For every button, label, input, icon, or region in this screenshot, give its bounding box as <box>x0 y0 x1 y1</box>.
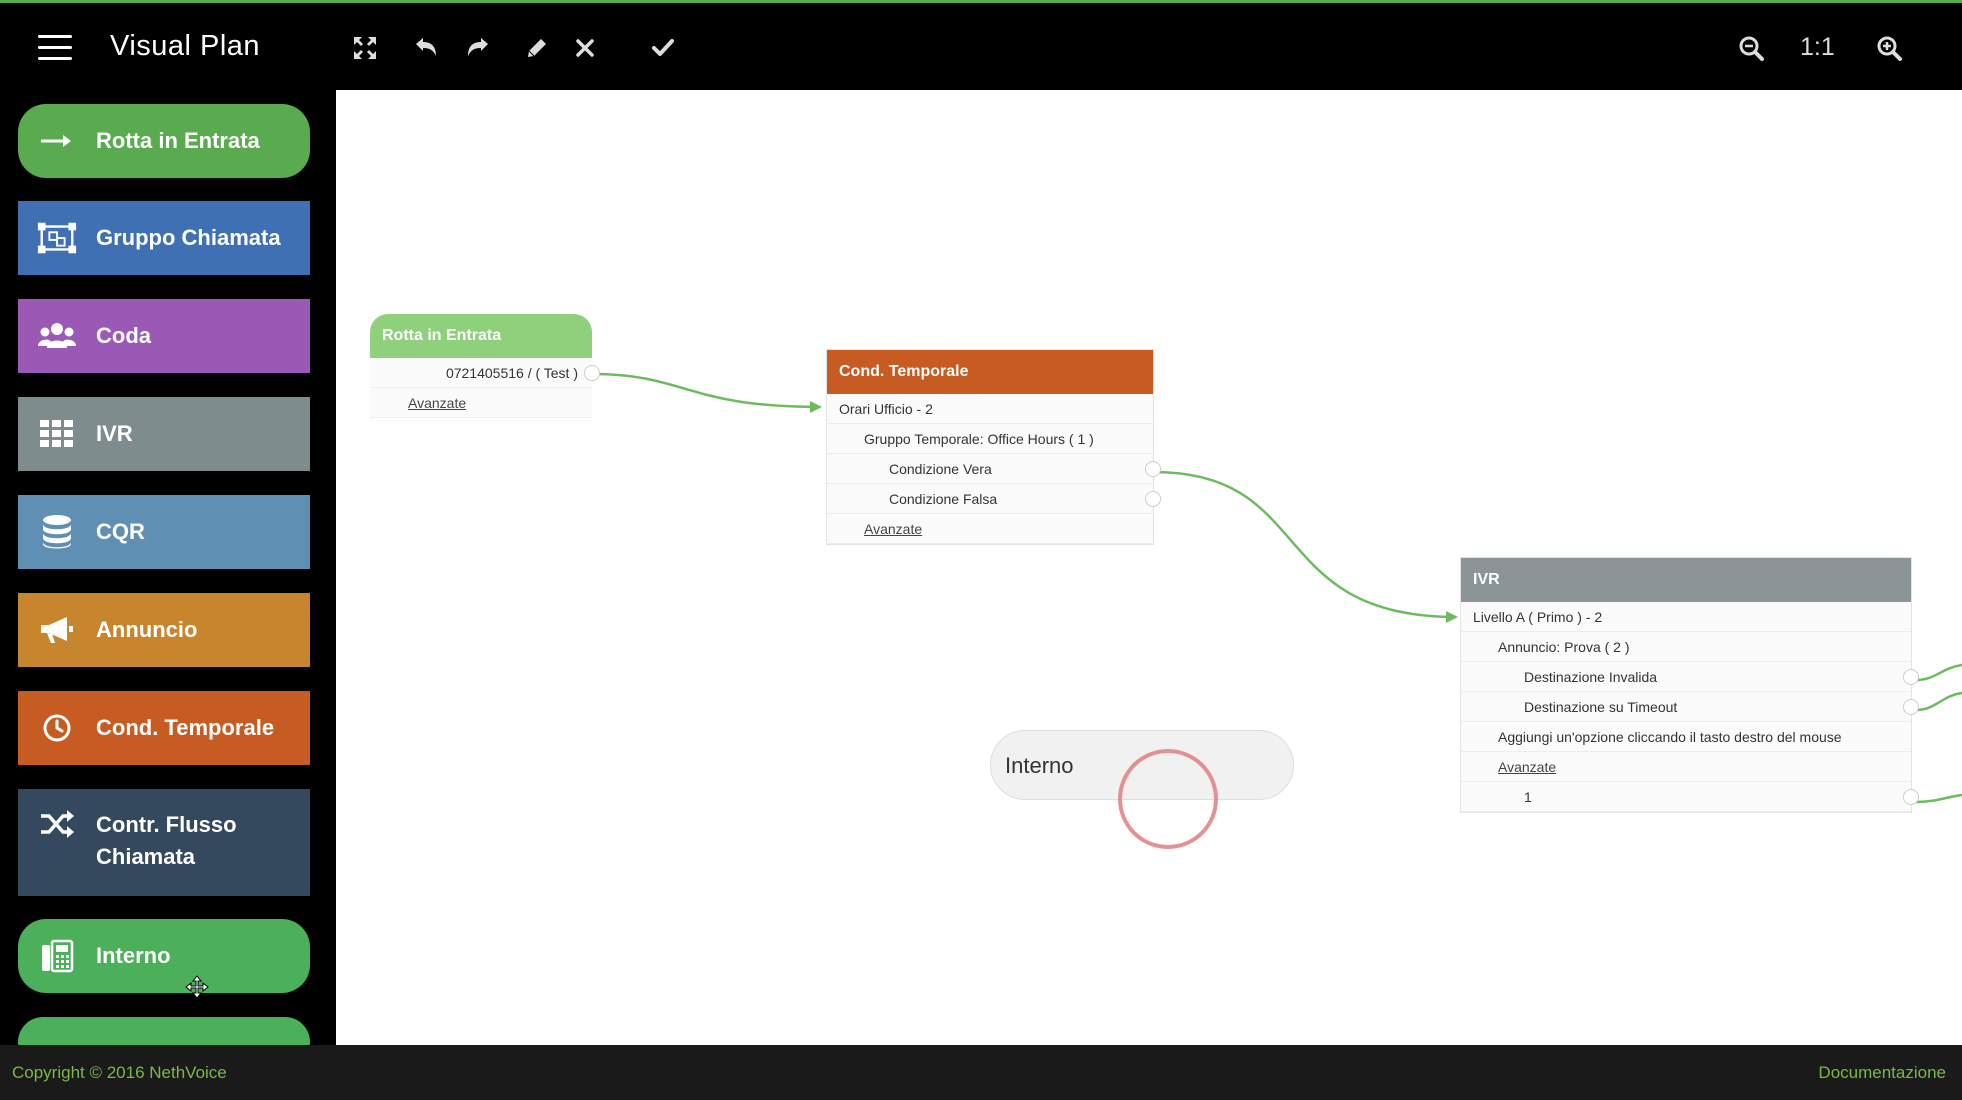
row-label: Condizione Vera <box>889 461 992 477</box>
click-indicator <box>1118 749 1218 849</box>
node-row-did[interactable]: 0721405516 / ( Test ) <box>370 358 600 388</box>
palette-ivr[interactable]: IVR <box>18 397 310 471</box>
node-row-avanzate[interactable]: Avanzate <box>370 388 592 418</box>
arrow-head-icon <box>1446 611 1458 623</box>
shuffle-icon <box>36 809 78 839</box>
avanzate-link[interactable]: Avanzate <box>1498 759 1556 775</box>
node-row-orari[interactable]: Orari Ufficio - 2 <box>827 394 1153 424</box>
app-title: Visual Plan <box>110 30 261 62</box>
link-ivr-timeout <box>1915 691 1962 712</box>
row-label: Aggiungi un'opzione cliccando il tasto d… <box>1498 729 1842 745</box>
palette-contr-flusso-chiamata[interactable]: Contr. Flusso Chiamata <box>18 789 310 896</box>
output-port[interactable] <box>1903 699 1919 715</box>
output-port[interactable] <box>1145 491 1161 507</box>
row-label: Destinazione su Timeout <box>1524 699 1678 715</box>
node-cond-temporale[interactable]: Cond. Temporale Orari Ufficio - 2 Gruppo… <box>826 349 1161 545</box>
megaphone-icon <box>36 615 78 645</box>
row-label: Destinazione Invalida <box>1524 669 1658 685</box>
node-row-gruppo-temporale[interactable]: Gruppo Temporale: Office Hours ( 1 ) <box>827 424 1153 454</box>
arrow-right-icon <box>36 131 78 151</box>
row-label: Orari Ufficio - 2 <box>839 401 933 417</box>
palette-cqr[interactable]: CQR <box>18 495 310 569</box>
arrow-head-icon <box>810 401 822 413</box>
edit-icon[interactable] <box>520 31 554 65</box>
visual-plan-app: Visual Plan 1:1 Rotta in Entrata Gruppo … <box>0 0 1962 1100</box>
palette-label: Cond. Temporale <box>96 715 275 740</box>
output-port[interactable] <box>1145 461 1161 477</box>
palette-label: Gruppo Chiamata <box>96 225 281 250</box>
output-port[interactable] <box>584 365 600 381</box>
row-label: Annuncio: Prova ( 2 ) <box>1498 639 1630 655</box>
flow-canvas[interactable]: Rotta in Entrata 0721405516 / ( Test ) A… <box>336 90 1962 1045</box>
node-row-livello[interactable]: Livello A ( Primo ) - 2 <box>1461 602 1911 632</box>
node-row-condizione-falsa[interactable]: Condizione Falsa <box>827 484 1161 514</box>
node-row-destinazione-timeout[interactable]: Destinazione su Timeout <box>1461 692 1919 722</box>
component-palette: Rotta in Entrata Gruppo Chiamata Coda IV… <box>0 90 336 1045</box>
palette-label: Coda <box>96 323 151 348</box>
palette-rotta-in-entrata[interactable]: Rotta in Entrata <box>18 104 310 178</box>
delete-icon[interactable] <box>568 31 602 65</box>
palette-partial-item[interactable] <box>18 1017 310 1045</box>
palette-label: CQR <box>96 519 145 544</box>
palette-cond-temporale[interactable]: Cond. Temporale <box>18 691 310 765</box>
node-header: Cond. Temporale <box>827 350 1153 394</box>
palette-label: Annuncio <box>96 617 198 642</box>
avanzate-link[interactable]: Avanzate <box>408 395 466 411</box>
node-header: Rotta in Entrata <box>370 314 592 358</box>
top-bar: Visual Plan 1:1 <box>0 0 1962 90</box>
link-cond-to-ivr <box>1153 470 1457 619</box>
confirm-icon[interactable] <box>646 31 680 65</box>
row-label: Livello A ( Primo ) - 2 <box>1473 609 1603 625</box>
fullscreen-icon[interactable] <box>348 31 382 65</box>
node-row-destinazione-invalida[interactable]: Destinazione Invalida <box>1461 662 1919 692</box>
node-row-avanzate[interactable]: Avanzate <box>827 514 1153 544</box>
palette-label: Interno <box>96 943 171 968</box>
zoom-in-icon[interactable] <box>1872 31 1906 65</box>
row-label: Condizione Falsa <box>889 491 998 507</box>
zoom-out-icon[interactable] <box>1734 31 1768 65</box>
move-cursor-icon <box>185 975 209 1003</box>
link-ivr-invalida <box>1915 663 1962 682</box>
users-icon <box>36 320 78 352</box>
palette-label-line1: Contr. Flusso <box>96 812 237 837</box>
undo-icon[interactable] <box>409 31 443 65</box>
palette-label: Rotta in Entrata <box>96 128 260 153</box>
database-icon <box>36 515 78 549</box>
palette-coda[interactable]: Coda <box>18 299 310 373</box>
menu-icon[interactable] <box>38 35 72 61</box>
footer: Copyright © 2016 NethVoice Documentazion… <box>0 1045 1962 1100</box>
node-header: IVR <box>1461 558 1911 602</box>
redo-icon[interactable] <box>461 31 495 65</box>
node-row-avanzate[interactable]: Avanzate <box>1461 752 1911 782</box>
output-port[interactable] <box>1903 669 1919 685</box>
grid-icon <box>36 420 78 448</box>
row-label: 1 <box>1524 789 1532 805</box>
palette-label-line2: Chiamata <box>96 844 196 869</box>
node-row-option-1[interactable]: 1 <box>1461 782 1919 812</box>
node-rotta-in-entrata[interactable]: Rotta in Entrata 0721405516 / ( Test ) A… <box>370 314 600 418</box>
row-label: Gruppo Temporale: Office Hours ( 1 ) <box>864 431 1094 447</box>
phone-icon <box>36 939 78 973</box>
node-row-condizione-vera[interactable]: Condizione Vera <box>827 454 1161 484</box>
zoom-reset-button[interactable]: 1:1 <box>1800 33 1835 62</box>
palette-label: Contr. Flusso Chiamata <box>96 809 237 873</box>
avanzate-link[interactable]: Avanzate <box>864 521 922 537</box>
node-row-aggiungi-opzione[interactable]: Aggiungi un'opzione cliccando il tasto d… <box>1461 722 1911 752</box>
output-port[interactable] <box>1903 789 1919 805</box>
copyright-text: Copyright © 2016 NethVoice <box>12 1063 227 1082</box>
documentation-link[interactable]: Documentazione <box>1818 1063 1946 1083</box>
row-label: 0721405516 / ( Test ) <box>445 365 578 381</box>
palette-gruppo-chiamata[interactable]: Gruppo Chiamata <box>18 201 310 275</box>
link-ivr-option-1 <box>1915 793 1962 804</box>
palette-label: IVR <box>96 421 133 446</box>
node-row-annuncio[interactable]: Annuncio: Prova ( 2 ) <box>1461 632 1911 662</box>
group-icon <box>36 220 78 256</box>
node-ivr[interactable]: IVR Livello A ( Primo ) - 2 Annuncio: Pr… <box>1460 557 1919 813</box>
clock-icon <box>36 713 78 743</box>
link-rotta-to-cond <box>591 372 821 409</box>
palette-interno[interactable]: Interno <box>18 919 310 993</box>
palette-annuncio[interactable]: Annuncio <box>18 593 310 667</box>
